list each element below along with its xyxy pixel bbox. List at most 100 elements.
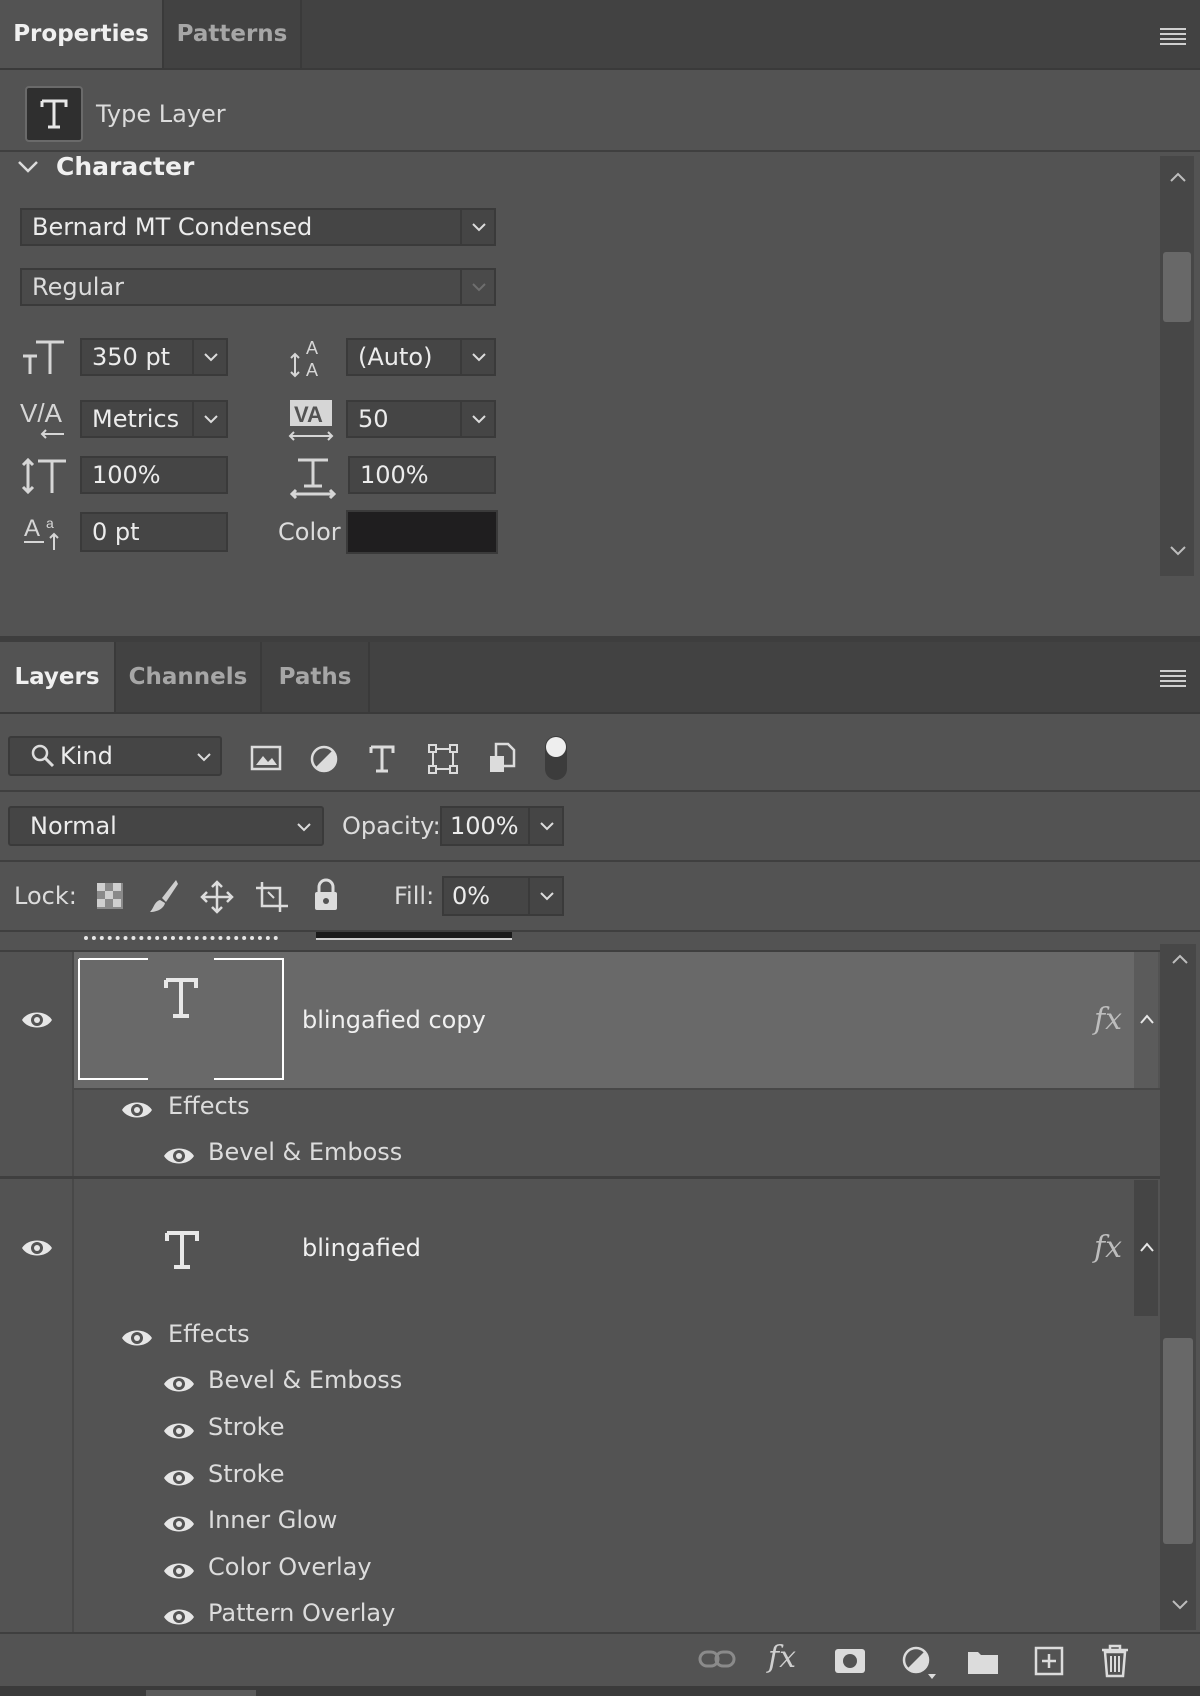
chevron-down-icon[interactable] [460,268,496,306]
effect-item[interactable]: Bevel & Emboss [208,1138,402,1166]
panel-menu-icon[interactable] [1160,670,1186,688]
folder-icon[interactable] [966,1648,1000,1676]
lock-position-icon[interactable] [200,880,234,914]
chevron-down-icon[interactable] [528,806,564,846]
layers-tabbar: Layers Channels Paths [0,642,1200,714]
chevron-down-icon[interactable] [192,400,228,438]
effect-item[interactable]: Color Overlay [208,1553,372,1581]
scroll-up-icon[interactable] [1170,952,1190,966]
leading-field[interactable]: (Auto) [346,338,496,376]
font-style-select[interactable]: Regular [20,268,496,306]
eye-icon[interactable] [162,1419,196,1443]
fx-icon[interactable]: fx [1094,1230,1122,1265]
chevron-up-icon[interactable] [1138,1012,1156,1026]
tab-layers[interactable]: Layers [0,642,116,712]
lock-pixels-icon[interactable] [148,878,180,914]
chevron-down-icon[interactable] [460,338,496,376]
link-icon[interactable] [698,1648,736,1670]
lock-all-icon[interactable] [312,878,340,912]
new-layer-icon[interactable] [1034,1646,1064,1676]
lock-artboard-icon[interactable] [254,880,290,914]
bottom-strip-thumb[interactable] [146,1690,256,1696]
eye-icon[interactable] [162,1372,196,1396]
chevron-down-icon[interactable] [16,156,40,176]
opacity-field[interactable]: 100% [440,806,564,846]
svg-text:A: A [306,360,318,380]
effect-item[interactable]: Stroke [208,1413,284,1441]
effect-item[interactable]: Pattern Overlay [208,1599,395,1627]
font-family-select[interactable]: Bernard MT Condensed [20,208,496,246]
type-layer-thumbnail-icon [164,1230,200,1270]
type-layer-icon [25,86,83,142]
scroll-up-icon[interactable] [1168,170,1188,184]
eye-icon[interactable] [20,1008,54,1032]
eye-icon[interactable] [162,1605,196,1629]
chevron-down-icon[interactable] [460,208,496,246]
color-swatch[interactable] [346,510,498,554]
vertical-scale-field[interactable]: 100% [80,456,228,494]
properties-scroll-thumb[interactable] [1163,252,1191,322]
eye-icon[interactable] [162,1466,196,1490]
chevron-down-icon[interactable] [296,822,312,832]
effect-item[interactable]: Inner Glow [208,1506,337,1534]
effect-item[interactable]: Bevel & Emboss [208,1366,402,1394]
tab-channels[interactable]: Channels [116,642,262,712]
font-family-value: Bernard MT Condensed [32,213,313,241]
font-style-value: Regular [32,273,125,301]
opacity-label: Opacity: [342,812,441,840]
chevron-down-icon[interactable] [192,338,228,376]
filter-toggle[interactable] [545,736,567,780]
layer-name[interactable]: blingafied copy [302,1006,486,1034]
chevron-down-icon[interactable] [460,400,496,438]
svg-text:a: a [46,515,54,531]
filter-kind-select[interactable]: Kind [8,736,222,776]
opacity-value: 100% [450,812,519,840]
panel-menu-icon[interactable] [1160,28,1186,46]
type-filter-icon[interactable] [368,744,396,774]
lock-transparent-icon[interactable] [96,882,124,910]
fx-icon[interactable]: fx [768,1640,796,1675]
eye-icon[interactable] [20,1236,54,1260]
effect-item[interactable]: Stroke [208,1460,284,1488]
fill-field[interactable]: 0% [442,876,564,916]
layers-footer [0,1632,1200,1686]
eye-icon[interactable] [162,1512,196,1536]
adjustment-filter-icon[interactable] [309,744,339,774]
eye-icon[interactable] [120,1098,154,1122]
effects-label[interactable]: Effects [168,1320,250,1348]
adjustment-icon[interactable] [902,1646,938,1680]
font-size-field[interactable]: 350 pt [80,338,228,376]
baseline-shift-field[interactable]: 0 pt [80,512,228,552]
section-title[interactable]: Character [56,152,194,181]
chevron-down-icon[interactable] [528,876,564,916]
tab-paths[interactable]: Paths [262,642,370,712]
chevron-up-icon[interactable] [1138,1240,1156,1254]
layer-thumbnail [78,958,284,1080]
mask-icon[interactable] [834,1648,866,1674]
image-filter-icon[interactable] [250,744,282,772]
kerning-field[interactable]: Metrics [80,400,228,438]
eye-icon[interactable] [162,1559,196,1583]
shape-filter-icon[interactable] [428,744,458,774]
scroll-down-icon[interactable] [1170,1598,1190,1612]
tab-properties[interactable]: Properties [0,0,164,68]
layers-scroll-thumb[interactable] [1163,1338,1193,1544]
font-size-icon [22,338,66,376]
properties-scrollbar[interactable] [1160,156,1194,576]
fx-icon[interactable]: fx [1094,1002,1122,1037]
effects-label[interactable]: Effects [168,1092,250,1120]
trash-icon[interactable] [1100,1644,1130,1678]
tracking-field[interactable]: 50 [346,400,496,438]
chevron-down-icon[interactable] [196,752,212,762]
smart-object-filter-icon[interactable] [488,742,516,774]
layer-thumbnail-partial [84,932,278,940]
eye-icon[interactable] [162,1144,196,1168]
font-size-value: 350 pt [92,343,171,371]
color-label: Color [278,518,341,546]
layer-name[interactable]: blingafied [302,1234,421,1262]
eye-icon[interactable] [120,1326,154,1350]
tab-patterns[interactable]: Patterns [164,0,302,68]
horizontal-scale-field[interactable]: 100% [348,456,496,494]
scroll-down-icon[interactable] [1168,544,1188,558]
blend-mode-select[interactable]: Normal [8,806,324,846]
